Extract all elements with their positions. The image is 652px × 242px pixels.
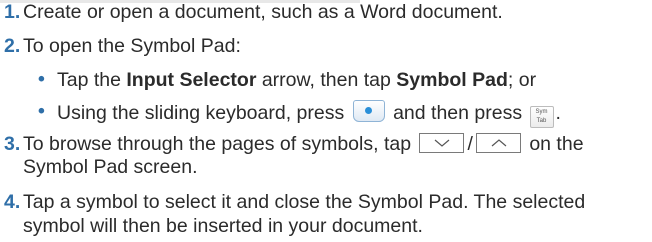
- step-text: Create or open a document, such as a Wor…: [23, 1, 503, 23]
- bullet-dot: •: [38, 100, 45, 122]
- chevron-up-icon: [475, 133, 521, 153]
- step-number: 1.: [4, 1, 21, 23]
- sym-tab-key-icon: Sym Tab: [529, 106, 554, 128]
- step-text: To open the Symbol Pad:: [23, 35, 241, 57]
- step-number: 4.: [4, 191, 21, 213]
- step-text-line1: Tap a symbol to select it and close the …: [23, 191, 586, 213]
- symbol-pad-term: Symbol Pad: [396, 69, 508, 91]
- step-text-line2: Symbol Pad screen.: [23, 156, 198, 178]
- step-number: 3.: [4, 133, 21, 155]
- step-number: 2.: [4, 35, 21, 57]
- bullet-text: Using the sliding keyboard, press and th…: [57, 100, 561, 128]
- step-text: To browse through the pages of symbols, …: [23, 133, 584, 155]
- step-text-line2: symbol will then be inserted in your doc…: [23, 215, 423, 237]
- input-selector-term: Input Selector: [126, 69, 257, 91]
- blue-dot-key-icon: [352, 100, 385, 122]
- bullet-text: Tap the Input Selector arrow, then tap S…: [57, 69, 537, 91]
- chevron-down-icon: [419, 133, 465, 153]
- bullet-dot: •: [38, 68, 45, 90]
